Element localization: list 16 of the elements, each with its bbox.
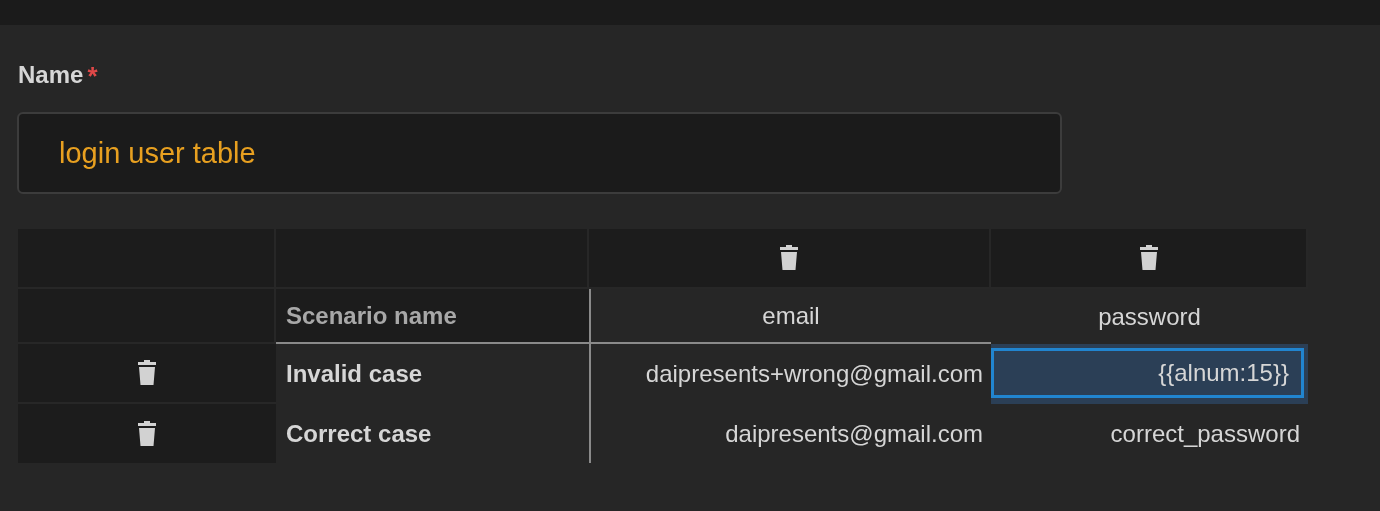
scenario-name[interactable]: Invalid case	[286, 360, 423, 388]
trash-icon[interactable]	[1138, 245, 1159, 271]
trash-icon[interactable]	[137, 360, 157, 386]
table-cell[interactable]: {{alnum:15}}	[991, 348, 1304, 398]
table-cell[interactable]: daipresents+wrong@gmail.com	[645, 360, 983, 388]
column-header: password	[1098, 302, 1201, 331]
column-header: email	[762, 301, 820, 330]
scenario-name[interactable]: Correct case	[286, 419, 432, 448]
table-cell[interactable]: correct_password	[1110, 419, 1300, 448]
table-cell[interactable]: daipresents@gmail.com	[725, 419, 983, 448]
trash-icon[interactable]	[137, 420, 157, 447]
required-mark: *	[87, 61, 98, 92]
column-header: Scenario name	[286, 301, 457, 330]
trash-icon[interactable]	[779, 245, 799, 271]
name-input[interactable]: login user table	[17, 112, 1062, 194]
field-label: Name	[18, 61, 84, 89]
